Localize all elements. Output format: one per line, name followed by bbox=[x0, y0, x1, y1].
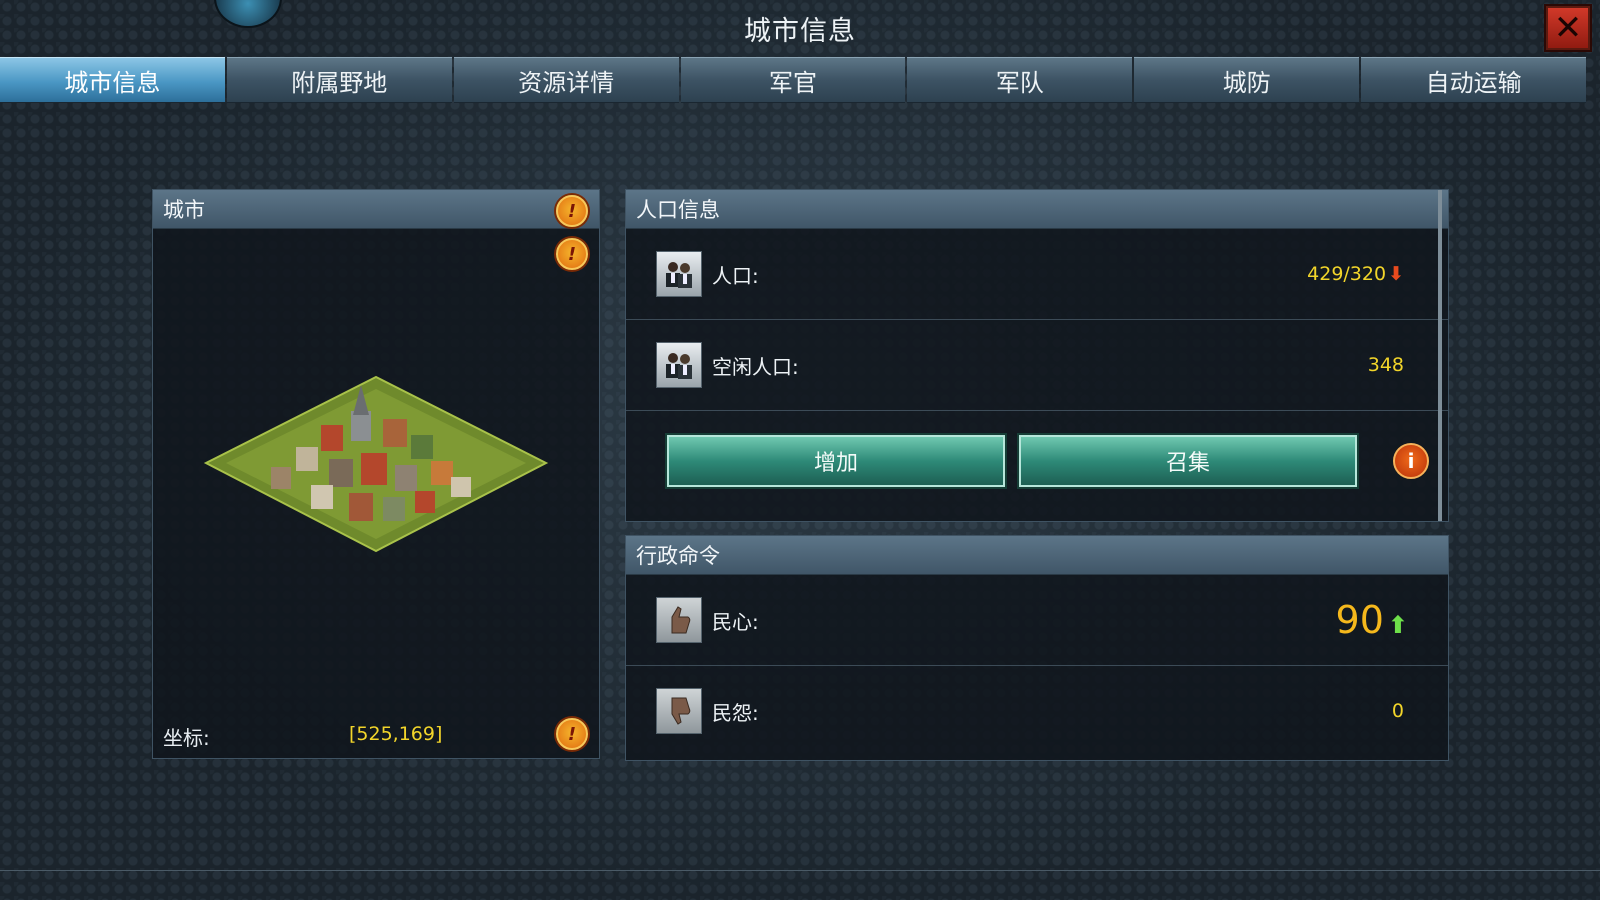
idle-citizens-icon bbox=[656, 342, 702, 388]
rename-city-icon[interactable]: ! bbox=[556, 195, 588, 227]
tab-city-defense[interactable]: 城防 bbox=[1134, 57, 1360, 103]
tab-bar: 城市信息 附属野地 资源详情 军官 军队 城防 自动运输 bbox=[0, 57, 1588, 103]
resentment-row: 民怨: 0 bbox=[626, 666, 1448, 756]
bottom-divider bbox=[0, 870, 1600, 871]
close-icon: ✕ bbox=[1553, 8, 1583, 48]
tab-army[interactable]: 军队 bbox=[907, 57, 1133, 103]
morale-row: 民心: 90 ⬆ bbox=[626, 575, 1448, 666]
city-panel-header: 城市 bbox=[153, 190, 599, 229]
gather-button[interactable]: 召集 bbox=[1019, 435, 1357, 487]
tab-auto-transport[interactable]: 自动运输 bbox=[1361, 57, 1587, 103]
add-population-button[interactable]: 增加 bbox=[667, 435, 1005, 487]
administration-panel: 行政命令 民心: 90 ⬆ 民怨: 0 bbox=[625, 535, 1449, 761]
population-actions: 增加 召集 i bbox=[626, 411, 1448, 511]
city-image bbox=[203, 375, 549, 553]
idle-population-value: 348 bbox=[1367, 354, 1404, 376]
population-value: 429/320 ⬇ bbox=[1307, 263, 1404, 285]
window-title: 城市信息 bbox=[744, 15, 856, 47]
close-button[interactable]: ✕ bbox=[1544, 4, 1592, 52]
edit-city-icon[interactable]: ! bbox=[556, 238, 588, 270]
coordinates-label: 坐标: bbox=[163, 726, 210, 750]
resentment-value: 0 bbox=[1391, 700, 1404, 722]
tab-officers[interactable]: 军官 bbox=[680, 57, 906, 103]
arrow-up-icon: ⬆ bbox=[1387, 611, 1408, 639]
morale-value-text: 90 bbox=[1335, 598, 1384, 642]
population-panel-header: 人口信息 bbox=[626, 190, 1448, 229]
administration-panel-header: 行政命令 bbox=[626, 536, 1448, 575]
city-panel-title: 城市 bbox=[163, 198, 205, 222]
idle-population-row: 空闲人口: 348 bbox=[626, 320, 1448, 411]
thumbs-up-icon bbox=[656, 597, 702, 643]
coordinates-value[interactable]: [525,169] bbox=[349, 723, 442, 745]
resentment-label: 民怨: bbox=[712, 700, 759, 725]
population-value-text: 429/320 bbox=[1307, 263, 1387, 285]
population-row: 人口: 429/320 ⬇ bbox=[626, 229, 1448, 320]
idle-population-label: 空闲人口: bbox=[712, 354, 799, 379]
scrollbar[interactable] bbox=[1438, 190, 1442, 521]
citizens-icon bbox=[656, 251, 702, 297]
population-panel: 人口信息 人口: 429/320 ⬇ 空闲人口: 348 增加 召集 i bbox=[625, 189, 1449, 522]
title-bar: 城市信息 bbox=[0, 0, 1600, 56]
administration-panel-title: 行政命令 bbox=[636, 544, 720, 568]
population-label: 人口: bbox=[712, 263, 759, 288]
tab-city-info[interactable]: 城市信息 bbox=[0, 57, 225, 103]
arrow-down-icon: ⬇ bbox=[1388, 263, 1404, 285]
population-panel-title: 人口信息 bbox=[636, 198, 720, 222]
coordinates-edit-icon[interactable]: ! bbox=[556, 718, 588, 750]
morale-label: 民心: bbox=[712, 609, 759, 634]
info-icon[interactable]: i bbox=[1393, 443, 1429, 479]
thumbs-down-icon bbox=[656, 688, 702, 734]
tab-attached-fields[interactable]: 附属野地 bbox=[226, 57, 452, 103]
city-panel: 城市 ! ! 坐标: [525,169] ! bbox=[152, 189, 600, 759]
tab-resource-details[interactable]: 资源详情 bbox=[453, 57, 679, 103]
morale-value: 90 ⬆ bbox=[1336, 598, 1408, 642]
